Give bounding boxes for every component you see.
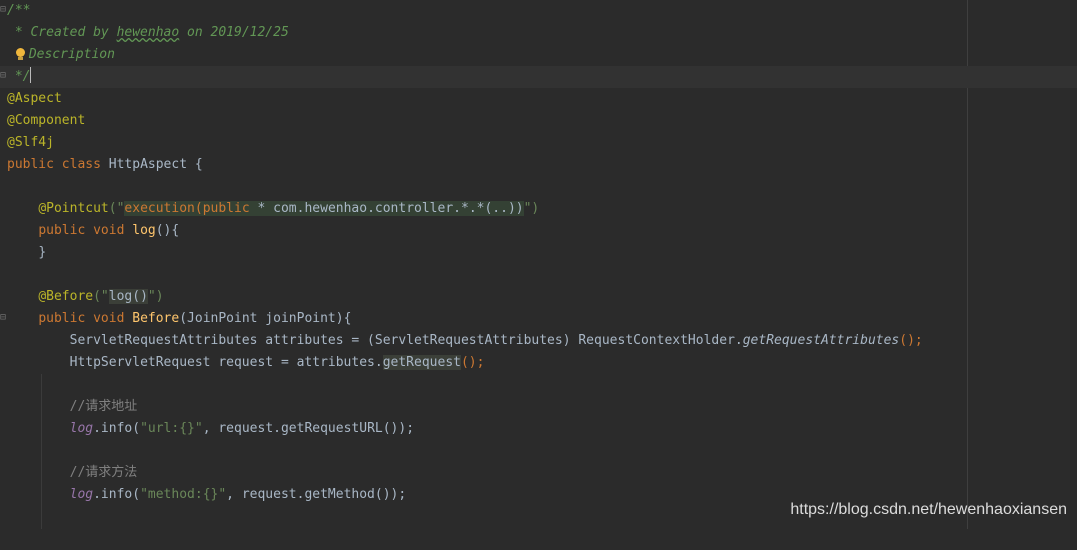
code-line[interactable]: //请求地址 <box>0 396 1077 418</box>
code-line[interactable]: @Aspect <box>0 88 1077 110</box>
before-open: (" <box>93 289 109 304</box>
close-brace: } <box>38 245 47 260</box>
code-line-blank[interactable] <box>0 374 1077 396</box>
keyword-public: public <box>38 223 86 238</box>
doc-comment-close: */ <box>7 69 31 84</box>
doc-comment-open: /** <box>7 3 31 18</box>
code-editor[interactable]: ⊟ /** * Created by hewenhao on 2019/12/2… <box>0 0 1077 529</box>
code-line-blank[interactable] <box>0 264 1077 286</box>
method-before: Before <box>132 311 180 326</box>
code-line[interactable]: ServletRequestAttributes attributes = (S… <box>0 330 1077 352</box>
info-call: .info( <box>93 487 141 502</box>
before-close: ") <box>147 289 164 304</box>
code-line[interactable]: public class HttpAspect { <box>0 154 1077 176</box>
call-end: (); <box>460 355 485 370</box>
keyword-void: void <box>93 311 125 326</box>
comment-url: //请求地址 <box>69 399 138 414</box>
pointcut-public: public <box>202 201 250 216</box>
pointcut-expression: * com.hewenhao.controller.*.*(..)) <box>249 201 524 216</box>
pointcut-close: ") <box>523 201 540 216</box>
code-line[interactable]: ⊟ public void Before(JoinPoint joinPoint… <box>0 308 1077 330</box>
doc-author: hewenhao <box>116 25 180 40</box>
before-value: log() <box>108 289 148 304</box>
code-line-blank[interactable] <box>0 440 1077 462</box>
code-line[interactable]: @Slf4j <box>0 132 1077 154</box>
class-name: HttpAspect { <box>108 157 203 172</box>
keyword-public: public <box>38 311 86 326</box>
annotation-before: @Before <box>38 289 94 304</box>
code-line[interactable]: ⊟ /** <box>0 0 1077 22</box>
annotation-pointcut: @Pointcut <box>38 201 109 216</box>
fold-marker-icon[interactable]: ⊟ <box>0 311 6 325</box>
log-field: log <box>69 421 94 436</box>
info-call: .info( <box>93 421 141 436</box>
log-field: log <box>69 487 94 502</box>
doc-created-date: on 2019/12/25 <box>179 25 289 40</box>
log-signature: (){ <box>155 223 180 238</box>
get-request-attributes-call: getRequestAttributes <box>742 333 900 348</box>
method-arguments: , request.getMethod()); <box>226 487 407 502</box>
fold-marker-icon[interactable]: ⊟ <box>0 3 6 17</box>
fold-marker-icon[interactable]: ⊟ <box>0 69 6 83</box>
call-end: (); <box>899 333 923 348</box>
pointcut-open: (" <box>108 201 125 216</box>
get-request-call: getRequest <box>382 355 461 370</box>
code-line[interactable]: } <box>0 242 1077 264</box>
before-signature: (JoinPoint joinPoint){ <box>179 311 352 326</box>
keyword-class: class <box>61 157 101 172</box>
code-line[interactable]: @Component <box>0 110 1077 132</box>
attributes-declaration: ServletRequestAttributes attributes = (S… <box>69 333 743 348</box>
code-line[interactable]: * Created by hewenhao on 2019/12/25 <box>0 22 1077 44</box>
code-line[interactable]: Description <box>0 44 1077 66</box>
text-caret <box>30 67 32 83</box>
code-line[interactable]: //请求方法 <box>0 462 1077 484</box>
code-line-current[interactable]: ⊟ */ <box>0 66 1077 88</box>
annotation-component: @Component <box>7 113 86 128</box>
url-format-string: "url:{}" <box>140 421 203 436</box>
annotation-aspect: @Aspect <box>7 91 62 106</box>
code-line[interactable]: public void log(){ <box>0 220 1077 242</box>
method-log: log <box>132 223 156 238</box>
request-declaration: HttpServletRequest request = attributes. <box>69 355 383 370</box>
keyword-public: public <box>7 157 54 172</box>
comment-method: //请求方法 <box>69 465 138 480</box>
url-arguments: , request.getRequestURL()); <box>202 421 415 436</box>
doc-description: Description <box>28 47 115 62</box>
pointcut-execution: execution( <box>124 201 203 216</box>
lightbulb-icon[interactable] <box>15 48 25 60</box>
annotation-slf4j: @Slf4j <box>7 135 54 150</box>
code-line[interactable]: @Pointcut("execution(public * com.hewenh… <box>0 198 1077 220</box>
watermark: https://blog.csdn.net/hewenhaoxiansen <box>790 501 1067 518</box>
doc-created-prefix: * Created by <box>7 25 117 40</box>
keyword-void: void <box>93 223 125 238</box>
code-line[interactable]: HttpServletRequest request = attributes.… <box>0 352 1077 374</box>
code-line[interactable]: log.info("url:{}", request.getRequestURL… <box>0 418 1077 440</box>
code-line[interactable]: @Before("log()") <box>0 286 1077 308</box>
method-format-string: "method:{}" <box>140 487 227 502</box>
code-line-blank[interactable] <box>0 176 1077 198</box>
